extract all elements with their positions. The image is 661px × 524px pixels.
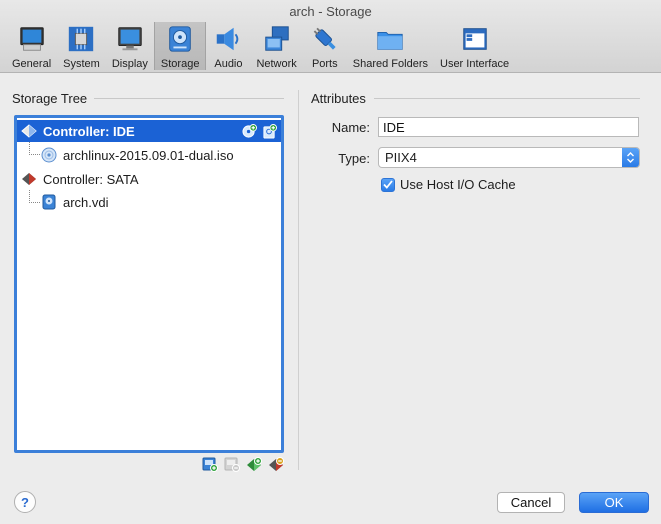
chip-icon [69,26,94,52]
tab-network[interactable]: Network [250,22,302,70]
host-io-cache-checkbox[interactable] [381,177,395,192]
ok-button[interactable]: OK [579,492,649,513]
remove-controller-icon[interactable] [224,456,240,472]
cancel-button[interactable]: Cancel [497,492,565,513]
port-plug-icon [313,27,336,50]
tab-shared-folders[interactable]: Shared Folders [347,22,434,70]
tree-item-arch-vdi[interactable]: arch.vdi [17,191,281,213]
tab-ports[interactable]: Ports [303,22,347,70]
storage-tree-rule [94,98,284,99]
tab-display[interactable]: Display [106,22,154,70]
general-monitor-icon [19,27,44,51]
hard-disk-icon [42,194,56,210]
speaker-icon [217,27,239,51]
pane-divider [298,90,299,470]
attributes-rule [374,98,640,99]
add-attachment-icon[interactable] [246,456,262,472]
attributes-title: Attributes [311,91,366,106]
type-select[interactable]: PIIX4 [378,147,640,168]
type-label: Type: [338,151,370,166]
tree-item-controller-ide[interactable]: Controller: IDE [17,120,281,142]
type-select-value: PIIX4 [385,150,417,165]
add-controller-icon[interactable] [202,456,218,472]
storage-settings-window: arch - Storage General System Display St… [0,0,661,524]
disk-icon [169,26,191,52]
tree-item-archlinux-iso[interactable]: archlinux-2015.09.01-dual.iso [17,144,281,166]
tree-item-label: Controller: SATA [43,171,139,187]
title-bar: arch - Storage General System Display St… [0,0,661,73]
storage-tree-title: Storage Tree [12,91,88,106]
add-optical-drive-icon[interactable] [242,123,257,139]
tab-user-interface[interactable]: User Interface [434,22,515,70]
name-label: Name: [331,120,370,135]
optical-disc-icon [41,147,57,163]
display-icon [118,27,142,51]
tree-item-label: arch.vdi [63,194,109,210]
tree-item-label: Controller: IDE [43,123,135,139]
host-io-cache-row[interactable]: Use Host I/O Cache [381,177,516,192]
tab-system[interactable]: System [57,22,106,70]
tree-item-label: archlinux-2015.09.01-dual.iso [63,147,234,163]
checkmark-icon [383,180,393,189]
add-hard-disk-icon[interactable] [262,123,277,139]
remove-attachment-icon[interactable] [268,456,284,472]
host-io-cache-label: Use Host I/O Cache [400,177,516,192]
name-input[interactable] [378,117,639,137]
chevron-up-down-icon [622,148,639,167]
window-title: arch - Storage [289,4,372,19]
tree-item-controller-sata[interactable]: Controller: SATA [17,168,281,190]
help-button[interactable]: ? [14,491,36,513]
storage-tree-buttons [202,456,284,472]
settings-toolbar: General System Display Storage Audio Net… [6,22,515,72]
tab-audio[interactable]: Audio [206,22,250,70]
tab-general[interactable]: General [6,22,57,70]
controller-icon [22,173,36,185]
tab-storage[interactable]: Storage [153,22,207,70]
network-icon [264,26,289,51]
storage-tree[interactable]: Controller: IDE archlinux-2015.09.01-dua… [14,115,284,453]
controller-icon [21,124,37,138]
window-icon [462,28,487,50]
folder-icon [377,31,404,50]
